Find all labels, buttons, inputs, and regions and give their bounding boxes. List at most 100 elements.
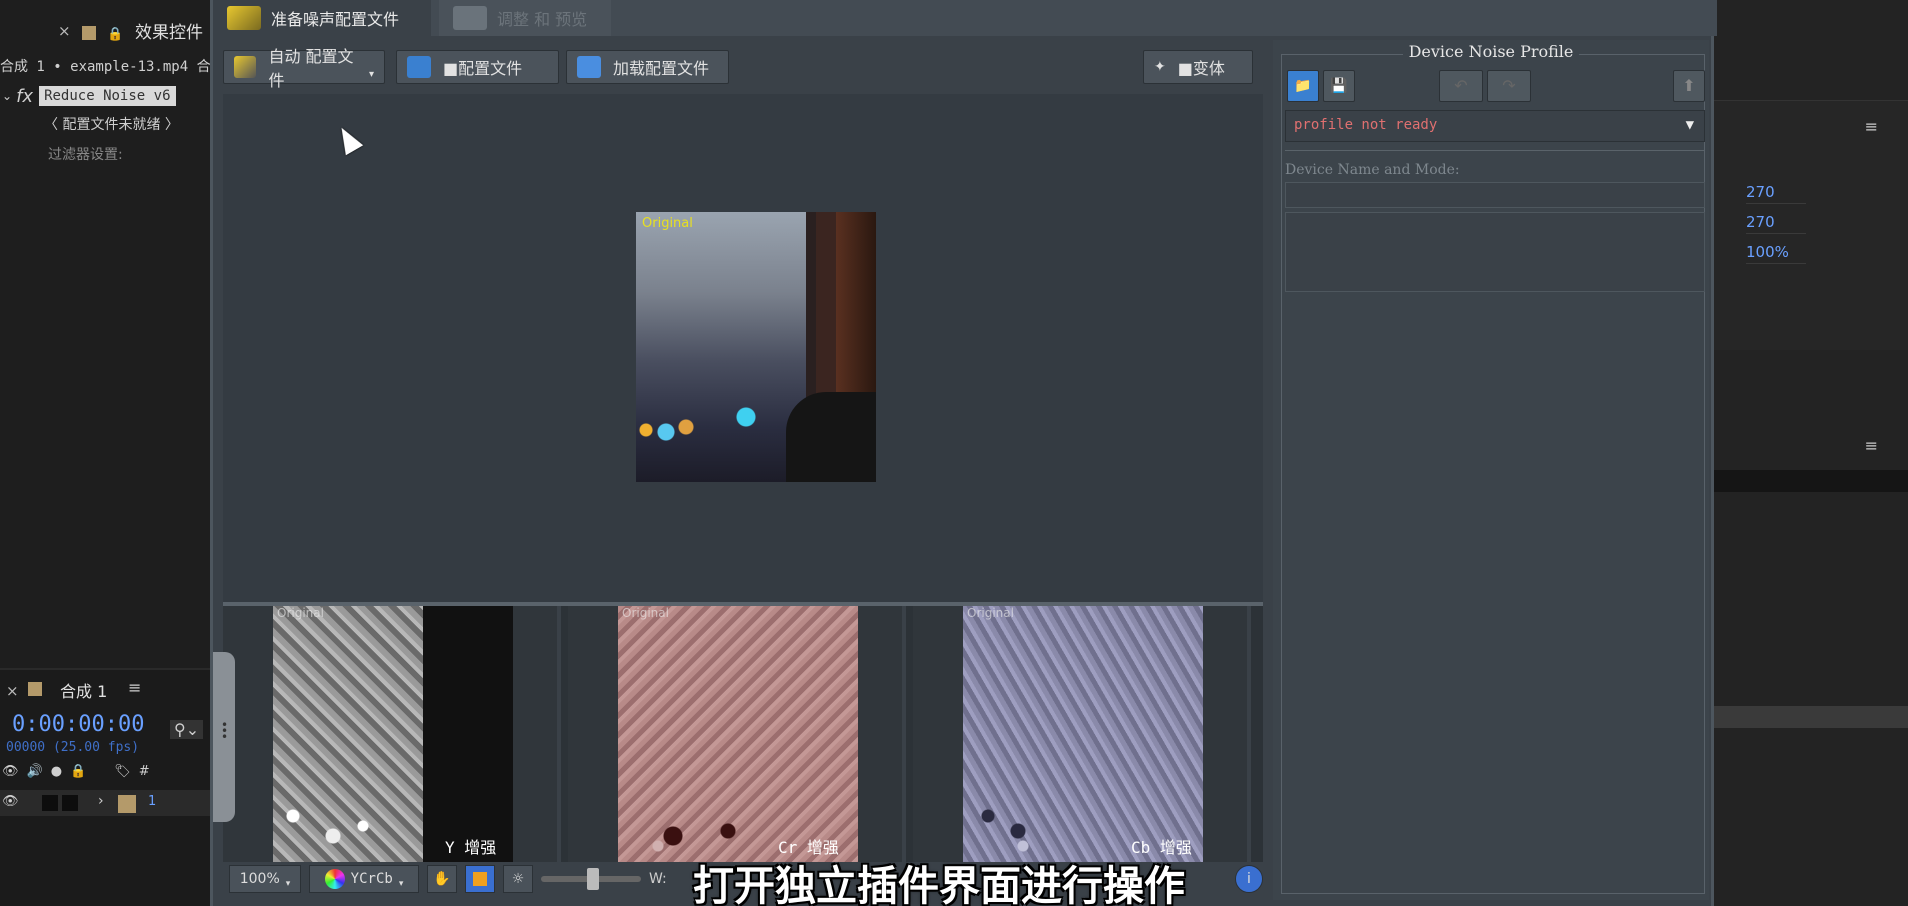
- folder-icon: 📁: [1294, 78, 1312, 94]
- variant-label: ■变体: [1177, 59, 1225, 78]
- lock-icon[interactable]: 🔒: [70, 764, 86, 779]
- panel-color-icon: [82, 26, 96, 40]
- close-icon[interactable]: ×: [58, 22, 71, 40]
- effects-tab[interactable]: 🔒 效果控件: [82, 18, 203, 43]
- original-image[interactable]: Original: [636, 212, 876, 482]
- effects-tab-label: 效果控件: [135, 23, 203, 43]
- zoom-select[interactable]: 100% ▾: [229, 865, 301, 893]
- fx-icon: fx: [16, 85, 34, 107]
- chevron-right-icon[interactable]: ›: [98, 793, 104, 809]
- channel-image: Original: [618, 606, 858, 862]
- timeline-tab-label[interactable]: 合成 1: [60, 678, 107, 702]
- tab-adjust-preview[interactable]: 调整 和 预览: [439, 0, 611, 36]
- search-icon[interactable]: ⚲⌄: [170, 720, 204, 739]
- wand-icon: ✦: [1154, 59, 1166, 75]
- label-tag-icon[interactable]: 🏷: [114, 764, 131, 779]
- lock-icon[interactable]: 🔒: [107, 27, 123, 42]
- layer-color-icon[interactable]: [118, 795, 136, 813]
- device-noise-profile-panel: Device Noise Profile 📁 💾 ↶ ↷ ⬆ profile n…: [1273, 40, 1709, 900]
- effect-row[interactable]: ⌄ fx Reduce Noise v6: [0, 84, 176, 108]
- undo-icon: ↶: [1454, 76, 1468, 95]
- save-icon: 💾: [1330, 78, 1348, 94]
- redo-button[interactable]: ↷: [1487, 70, 1531, 102]
- slider-handle[interactable]: [587, 868, 599, 890]
- layer-row[interactable]: 👁 › 1: [0, 790, 210, 816]
- profile-status[interactable]: 〈 配置文件未就绪 〉: [44, 114, 179, 134]
- zoom-value: 100%: [239, 871, 280, 887]
- save-button[interactable]: 💾: [1323, 70, 1355, 102]
- audio-toggle[interactable]: [42, 795, 58, 811]
- device-name-label: Device Name and Mode:: [1285, 162, 1460, 178]
- load-profile-button[interactable]: 加载配置文件: [566, 50, 729, 84]
- panel-strip: [1714, 706, 1908, 728]
- sun-icon: ☼: [511, 871, 525, 887]
- upload-button[interactable]: ⬆: [1673, 70, 1705, 102]
- brightness-slider[interactable]: [541, 868, 641, 890]
- layer-number: 1: [148, 794, 157, 809]
- collapse-handle[interactable]: • • •: [213, 652, 235, 822]
- timecode[interactable]: 0:00:00:00: [12, 712, 144, 737]
- variant-button[interactable]: ✦ ■变体: [1143, 50, 1253, 84]
- group-frame: [1281, 54, 1705, 894]
- undo-button[interactable]: ↶: [1439, 70, 1483, 102]
- original-label: Original: [622, 606, 669, 620]
- preview-area[interactable]: Original: [223, 94, 1263, 602]
- channel-y[interactable]: Original Y 增强: [223, 606, 561, 862]
- menu-icon[interactable]: ≡: [128, 678, 141, 697]
- filter-settings-label: 过滤器设置:: [48, 147, 123, 163]
- hand-tool-button[interactable]: ✋: [427, 865, 457, 893]
- eye-icon[interactable]: 👁: [2, 794, 19, 809]
- panel-title: Device Noise Profile: [1273, 42, 1709, 61]
- solo-icon[interactable]: ●: [51, 764, 62, 779]
- load-profile-label: 加载配置文件: [613, 59, 710, 78]
- host-effects-panel: × 🔒 效果控件 合成 1 • example-13.mp4 合 ⌄ fx Re…: [0, 0, 211, 906]
- eye-icon[interactable]: 👁: [2, 764, 19, 779]
- open-folder-button[interactable]: 📁: [1287, 70, 1319, 102]
- plugin-window: 准备噪声配置文件 调整 和 预览 自动 配置文件 ▾ ■配置文件 加载配置文件 …: [210, 0, 1717, 906]
- menu-icon[interactable]: ≡: [1865, 436, 1878, 455]
- effect-name[interactable]: Reduce Noise v6: [39, 86, 176, 106]
- divider: [1285, 150, 1705, 151]
- hand-icon: ✋: [433, 871, 451, 887]
- chevron-down-icon: ▾: [285, 879, 291, 889]
- value-field[interactable]: 100%: [1746, 243, 1806, 264]
- channel-cr[interactable]: Original Cr 增强: [568, 606, 906, 862]
- device-name-field[interactable]: [1285, 182, 1705, 208]
- host-properties-panel: ≡ 270 270 100% ≡: [1714, 0, 1908, 906]
- channel-image: Original: [273, 606, 513, 862]
- chevron-down-icon: ▾: [368, 68, 374, 80]
- colorspace-select[interactable]: YCrCb ▾: [309, 865, 419, 893]
- w-label: W:: [649, 871, 667, 887]
- tab-label: 准备噪声配置文件: [271, 10, 400, 29]
- profile-button[interactable]: ■配置文件: [396, 50, 559, 84]
- audio-icon[interactable]: 🔊: [27, 764, 43, 779]
- device-notes-area[interactable]: [1285, 212, 1705, 292]
- brightness-button[interactable]: ☼: [503, 865, 533, 893]
- menu-icon[interactable]: ≡: [1865, 117, 1878, 136]
- channel-previews: Original Y 增强 Original Cr 增强 Original Cb…: [223, 606, 1263, 862]
- dropdown-value: profile not ready: [1294, 117, 1438, 133]
- timeline-panel: × 合成 1 ≡ 0:00:00:00 00000 (25.00 fps) ⚲⌄…: [0, 668, 210, 906]
- overlay-toggle[interactable]: [465, 865, 495, 893]
- chevron-down-icon: ▾: [398, 879, 404, 889]
- original-label: Original: [642, 216, 693, 231]
- column-hash: #: [138, 763, 150, 779]
- channel-cb[interactable]: Original Cb 增强: [913, 606, 1251, 862]
- solo-toggle[interactable]: [62, 795, 78, 811]
- panel-strip: [1714, 470, 1908, 492]
- auto-profile-button[interactable]: 自动 配置文件 ▾: [223, 47, 385, 90]
- tab-prepare-profile[interactable]: 准备噪声配置文件: [213, 0, 431, 36]
- profile-dropdown[interactable]: profile not ready ▼: [1285, 110, 1705, 142]
- value-field[interactable]: 270: [1746, 183, 1806, 204]
- close-icon[interactable]: ×: [6, 682, 19, 700]
- channel-image: Original: [963, 606, 1203, 862]
- chevron-down-icon[interactable]: ⌄: [2, 89, 12, 103]
- ruler-icon: [227, 6, 261, 30]
- value-field[interactable]: 270: [1746, 213, 1806, 234]
- comp-breadcrumb: 合成 1 • example-13.mp4 合: [0, 59, 211, 75]
- info-button[interactable]: i: [1235, 865, 1263, 893]
- transform-panel: ≡ 270 270 100%: [1714, 100, 1908, 350]
- tab-bar: 准备噪声配置文件 调整 和 预览: [213, 0, 1717, 36]
- curve-icon: [407, 56, 431, 78]
- original-label: Original: [967, 606, 1014, 620]
